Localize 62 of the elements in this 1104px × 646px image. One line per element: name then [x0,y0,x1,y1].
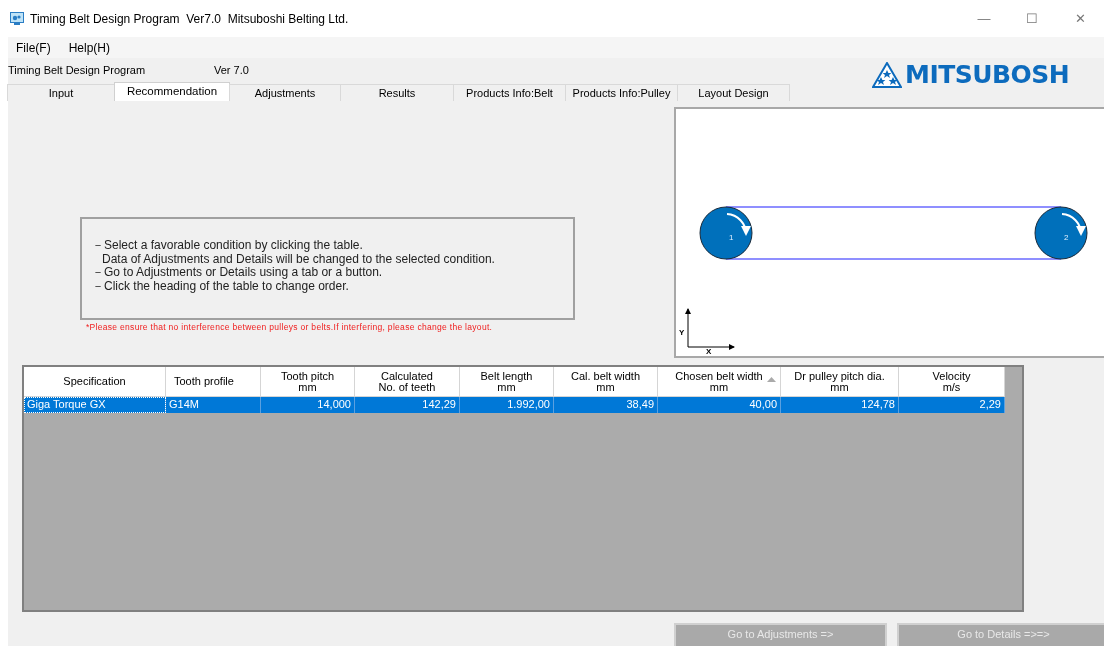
table-cell[interactable]: 40,00 [658,397,781,413]
column-header[interactable]: Tooth profile [166,367,261,397]
table-cell[interactable]: 1.992,00 [460,397,554,413]
instruction-text: －Click the heading of the table to change order. [92,279,350,293]
header-label: Chosen belt width [675,370,763,382]
close-button[interactable]: ✕ [1056,11,1104,26]
column-header[interactable]: Specification [24,367,166,397]
header-label: Tooth profile [174,376,234,387]
minimize-button[interactable]: — [960,11,1008,26]
column-header[interactable]: Velocity m/s [899,367,1005,397]
table-cell[interactable]: 124,78 [781,397,899,413]
pulley [699,206,753,260]
pulley-label: 1 [729,233,734,242]
table-cell[interactable]: G14M [166,397,261,413]
tab[interactable]: Products Info:Pulley [565,84,678,101]
header-label: Cal. belt width [570,370,641,382]
header-label: Belt length [480,370,533,382]
instruction-text: －Select a favorable condition by clicking the table. [92,239,364,253]
table-cell[interactable]: 2,29 [899,397,1005,413]
program-name: Timing Belt Design Program [8,64,147,76]
header-unit: mm [830,381,849,393]
instruction-text: Data of Adjustments and Details will be changed to the selected condition. [101,252,496,266]
header-label: Tooth pitch [280,370,335,382]
column-header[interactable]: Dr pulley pitch dia. mm [781,367,899,397]
stars-triangle-icon [872,61,902,88]
warning-text: *Please ensure that no interference between pulleys or belts.If interfering, please change the layout. [86,322,494,332]
axis-label: Y [679,328,685,337]
header-label: Velocity [932,370,971,382]
axis-drawing [685,308,735,350]
column-header[interactable]: Calculated No. of teeth [355,367,460,397]
app-icon [10,12,24,25]
table-cell[interactable]: Giga Torque GX [24,397,166,413]
column-header[interactable]: Belt length mm [460,367,554,397]
company-logo: MITSUBOSH [905,60,1070,89]
header-unit: No. of teeth [378,381,436,393]
tab[interactable]: Adjustments [229,84,341,101]
menu-item[interactable]: File(F) [16,40,51,55]
column-header[interactable]: Cal. belt width mm [554,367,658,397]
instruction-text: －Go to Adjustments or Details using a tab or a button. [92,266,384,280]
tab[interactable]: Layout Design [677,84,790,101]
column-header[interactable]: Tooth pitch mm [261,367,355,397]
header-unit: mm [497,381,516,393]
column-header[interactable]: Chosen belt width mm [658,367,781,397]
maximize-button[interactable]: ☐ [1008,11,1056,26]
header-unit: mm [298,381,317,393]
menu-item[interactable]: Help(H) [68,40,110,55]
table-cell[interactable]: 38,49 [554,397,658,413]
table-cell[interactable]: 142,29 [355,397,460,413]
axis-label: X [706,347,712,356]
version-label: Ver 7.0 [214,64,249,76]
pulley-label: 2 [1064,233,1069,242]
header-unit: mm [709,381,729,393]
window-title: Timing Belt Design Program Ver7.0 Mitsuboshi Belting Ltd. [30,11,349,26]
header-label: Specification [63,376,126,387]
header-label: Calculated [381,370,433,382]
tab[interactable]: Input [7,84,115,101]
header-label: Dr pulley pitch dia. [794,370,885,382]
header-unit: mm [596,381,615,393]
pulley [1034,206,1088,260]
header-unit: m/s [942,381,961,393]
tab[interactable]: Recommendation [114,82,230,101]
table-cell[interactable]: 14,000 [261,397,355,413]
